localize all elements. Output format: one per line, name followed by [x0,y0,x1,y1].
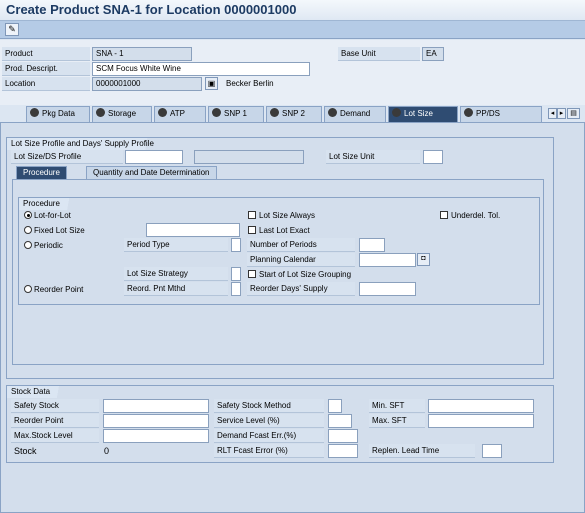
replen-lead-time-input[interactable] [482,444,502,458]
base-unit-field[interactable]: EA [422,47,444,61]
checkbox-icon [248,211,256,219]
base-unit-label: Base Unit [338,47,420,61]
reorder-point-radio[interactable]: Reorder Point [24,285,83,294]
reord-pnt-mthd-label: Reord. Pnt Mthd [124,282,228,296]
tab-lot-size[interactable]: Lot Size [388,106,458,122]
window-title: Create Product SNA-1 for Location 000000… [0,0,585,21]
checkbox-icon [248,270,256,278]
service-level-input[interactable] [328,414,352,428]
tab-snp-1[interactable]: SNP 1 [208,106,264,122]
tab-snp-2[interactable]: SNP 2 [266,106,322,122]
safety-stock-label: Safety Stock [11,399,99,413]
period-type-label: Period Type [124,238,228,252]
checkbox-icon [440,211,448,219]
lot-size-unit-input[interactable] [423,150,443,164]
demand-fcast-err-label: Demand Fcast Err.(%) [214,429,324,443]
product-label: Product [2,47,90,61]
replen-lead-time-label: Replen. Lead Time [369,444,475,458]
stock-value: 0 [104,446,110,456]
procedure-title: Procedure [19,198,76,210]
tab-icon [328,108,337,117]
tab-scroll-left-icon[interactable]: ◂ [548,108,557,119]
stock-label: Stock [14,446,37,456]
min-sft-input[interactable] [428,399,534,413]
radio-selected-icon [24,211,32,219]
tab-icon [212,108,221,117]
tab-icon [464,108,473,117]
lot-size-always-checkbox[interactable]: Lot Size Always [248,211,315,220]
reorder-days-supply-label: Reorder Days' Supply [247,282,355,296]
tab-icon [30,108,39,117]
subtab-quantity-date[interactable]: Quantity and Date Determination [86,166,217,179]
safety-stock-input[interactable] [103,399,209,413]
stock-data-title: Stock Data [7,386,67,398]
checkbox-icon [248,226,256,234]
demand-fcast-err-input[interactable] [328,429,358,443]
periodic-radio[interactable]: Periodic [24,241,63,250]
product-field[interactable]: SNA - 1 [92,47,192,61]
tab-list-icon[interactable]: ▤ [567,108,580,119]
description-field[interactable]: SCM Focus White Wine [92,62,310,76]
rlt-fcast-error-label: RLT Fcast Error (%) [214,444,324,458]
fixed-lot-size-input[interactable] [146,223,240,237]
min-sft-label: Min. SFT [369,399,425,413]
tabstrip: Pkg Data Storage ATP SNP 1 SNP 2 Demand … [0,106,585,122]
reorder-point-input[interactable] [103,414,209,428]
location-label: Location [2,77,90,91]
radio-icon [24,241,32,249]
tab-icon [158,108,167,117]
tab-atp[interactable]: ATP [154,106,206,122]
number-of-periods-input[interactable] [359,238,385,252]
location-field[interactable]: 0000001000 [92,77,202,91]
rlt-fcast-error-input[interactable] [328,444,358,458]
tab-pkg-data[interactable]: Pkg Data [26,106,90,122]
underdel-tol-checkbox[interactable]: Underdel. Tol. [440,211,500,220]
descr-label: Prod. Descript. [2,62,90,76]
service-level-label: Service Level (%) [214,414,324,428]
lot-size-unit-label: Lot Size Unit [326,150,420,164]
radio-icon [24,285,32,293]
lot-size-strategy-input[interactable] [231,267,241,281]
planning-calendar-lookup-icon[interactable]: ◘ [417,253,430,266]
tab-scroll-right-icon[interactable]: ▸ [557,108,566,119]
start-lot-size-grouping-checkbox[interactable]: Start of Lot Size Grouping [248,270,351,279]
safety-stock-method-input[interactable] [328,399,342,413]
tab-icon [392,108,401,117]
edit-icon[interactable]: ✎ [5,23,19,36]
tab-pp-ds[interactable]: PP/DS [460,106,542,122]
reorder-days-supply-input[interactable] [359,282,416,296]
lot-size-profile-title: Lot Size Profile and Days' Supply Profil… [7,138,170,150]
radio-icon [24,226,32,234]
location-name: Becker Berlin [226,79,274,88]
location-address-icon[interactable]: ▣ [205,77,218,90]
tab-icon [96,108,105,117]
lot-size-profile-descr [194,150,304,164]
subtab-procedure[interactable]: Procedure [16,166,67,179]
planning-calendar-label: Planning Calendar [247,253,355,267]
planning-calendar-input[interactable] [359,253,416,267]
fixed-lot-size-radio[interactable]: Fixed Lot Size [24,226,85,235]
lot-for-lot-radio[interactable]: Lot-for-Lot [24,211,71,220]
tab-storage[interactable]: Storage [92,106,152,122]
max-sft-label: Max. SFT [369,414,425,428]
number-of-periods-label: Number of Periods [247,238,355,252]
max-stock-level-input[interactable] [103,429,209,443]
lot-size-strategy-label: Lot Size Strategy [124,267,228,281]
lot-size-profile-label: Lot Size/DS Profile [11,150,123,164]
period-type-input[interactable] [231,238,241,252]
tab-demand[interactable]: Demand [324,106,386,122]
last-lot-exact-checkbox[interactable]: Last Lot Exact [248,226,310,235]
lot-size-profile-input[interactable] [125,150,183,164]
safety-stock-method-label: Safety Stock Method [214,399,324,413]
max-sft-input[interactable] [428,414,534,428]
max-stock-level-label: Max.Stock Level [11,429,99,443]
reorder-point-label: Reorder Point [11,414,99,428]
application-toolbar [0,21,585,39]
reord-pnt-mthd-input[interactable] [231,282,241,296]
tab-icon [270,108,279,117]
